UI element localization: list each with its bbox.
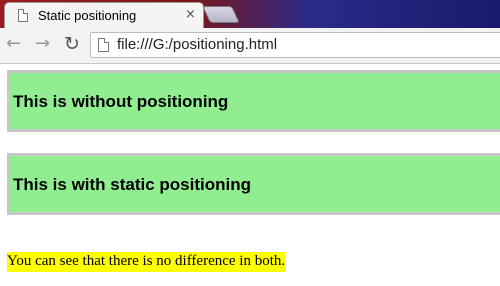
page-icon [18, 9, 28, 22]
forward-arrow-icon[interactable]: → [35, 34, 50, 54]
title-bar: Static positioning × [0, 0, 500, 28]
tab-title: Static positioning [38, 8, 137, 23]
box-static-positioning: This is with static positioning [7, 153, 500, 215]
reload-icon[interactable]: ↻ [64, 34, 80, 54]
browser-toolbar: ← → ↻ file:///G:/positioning.html [0, 28, 500, 64]
box-without-positioning: This is without positioning [7, 70, 500, 132]
box-heading: This is with static positioning [13, 175, 252, 194]
new-tab-button[interactable] [202, 6, 240, 23]
url-text[interactable]: file:///G:/positioning.html [117, 36, 277, 53]
close-icon[interactable]: × [185, 7, 196, 22]
back-arrow-icon[interactable]: ← [6, 34, 21, 54]
box-heading: This is without positioning [13, 92, 229, 111]
page-icon [98, 38, 109, 52]
tab-static-positioning[interactable]: Static positioning × [4, 2, 204, 28]
note-text: You can see that there is no difference … [7, 252, 286, 272]
address-bar[interactable]: file:///G:/positioning.html [90, 32, 500, 58]
